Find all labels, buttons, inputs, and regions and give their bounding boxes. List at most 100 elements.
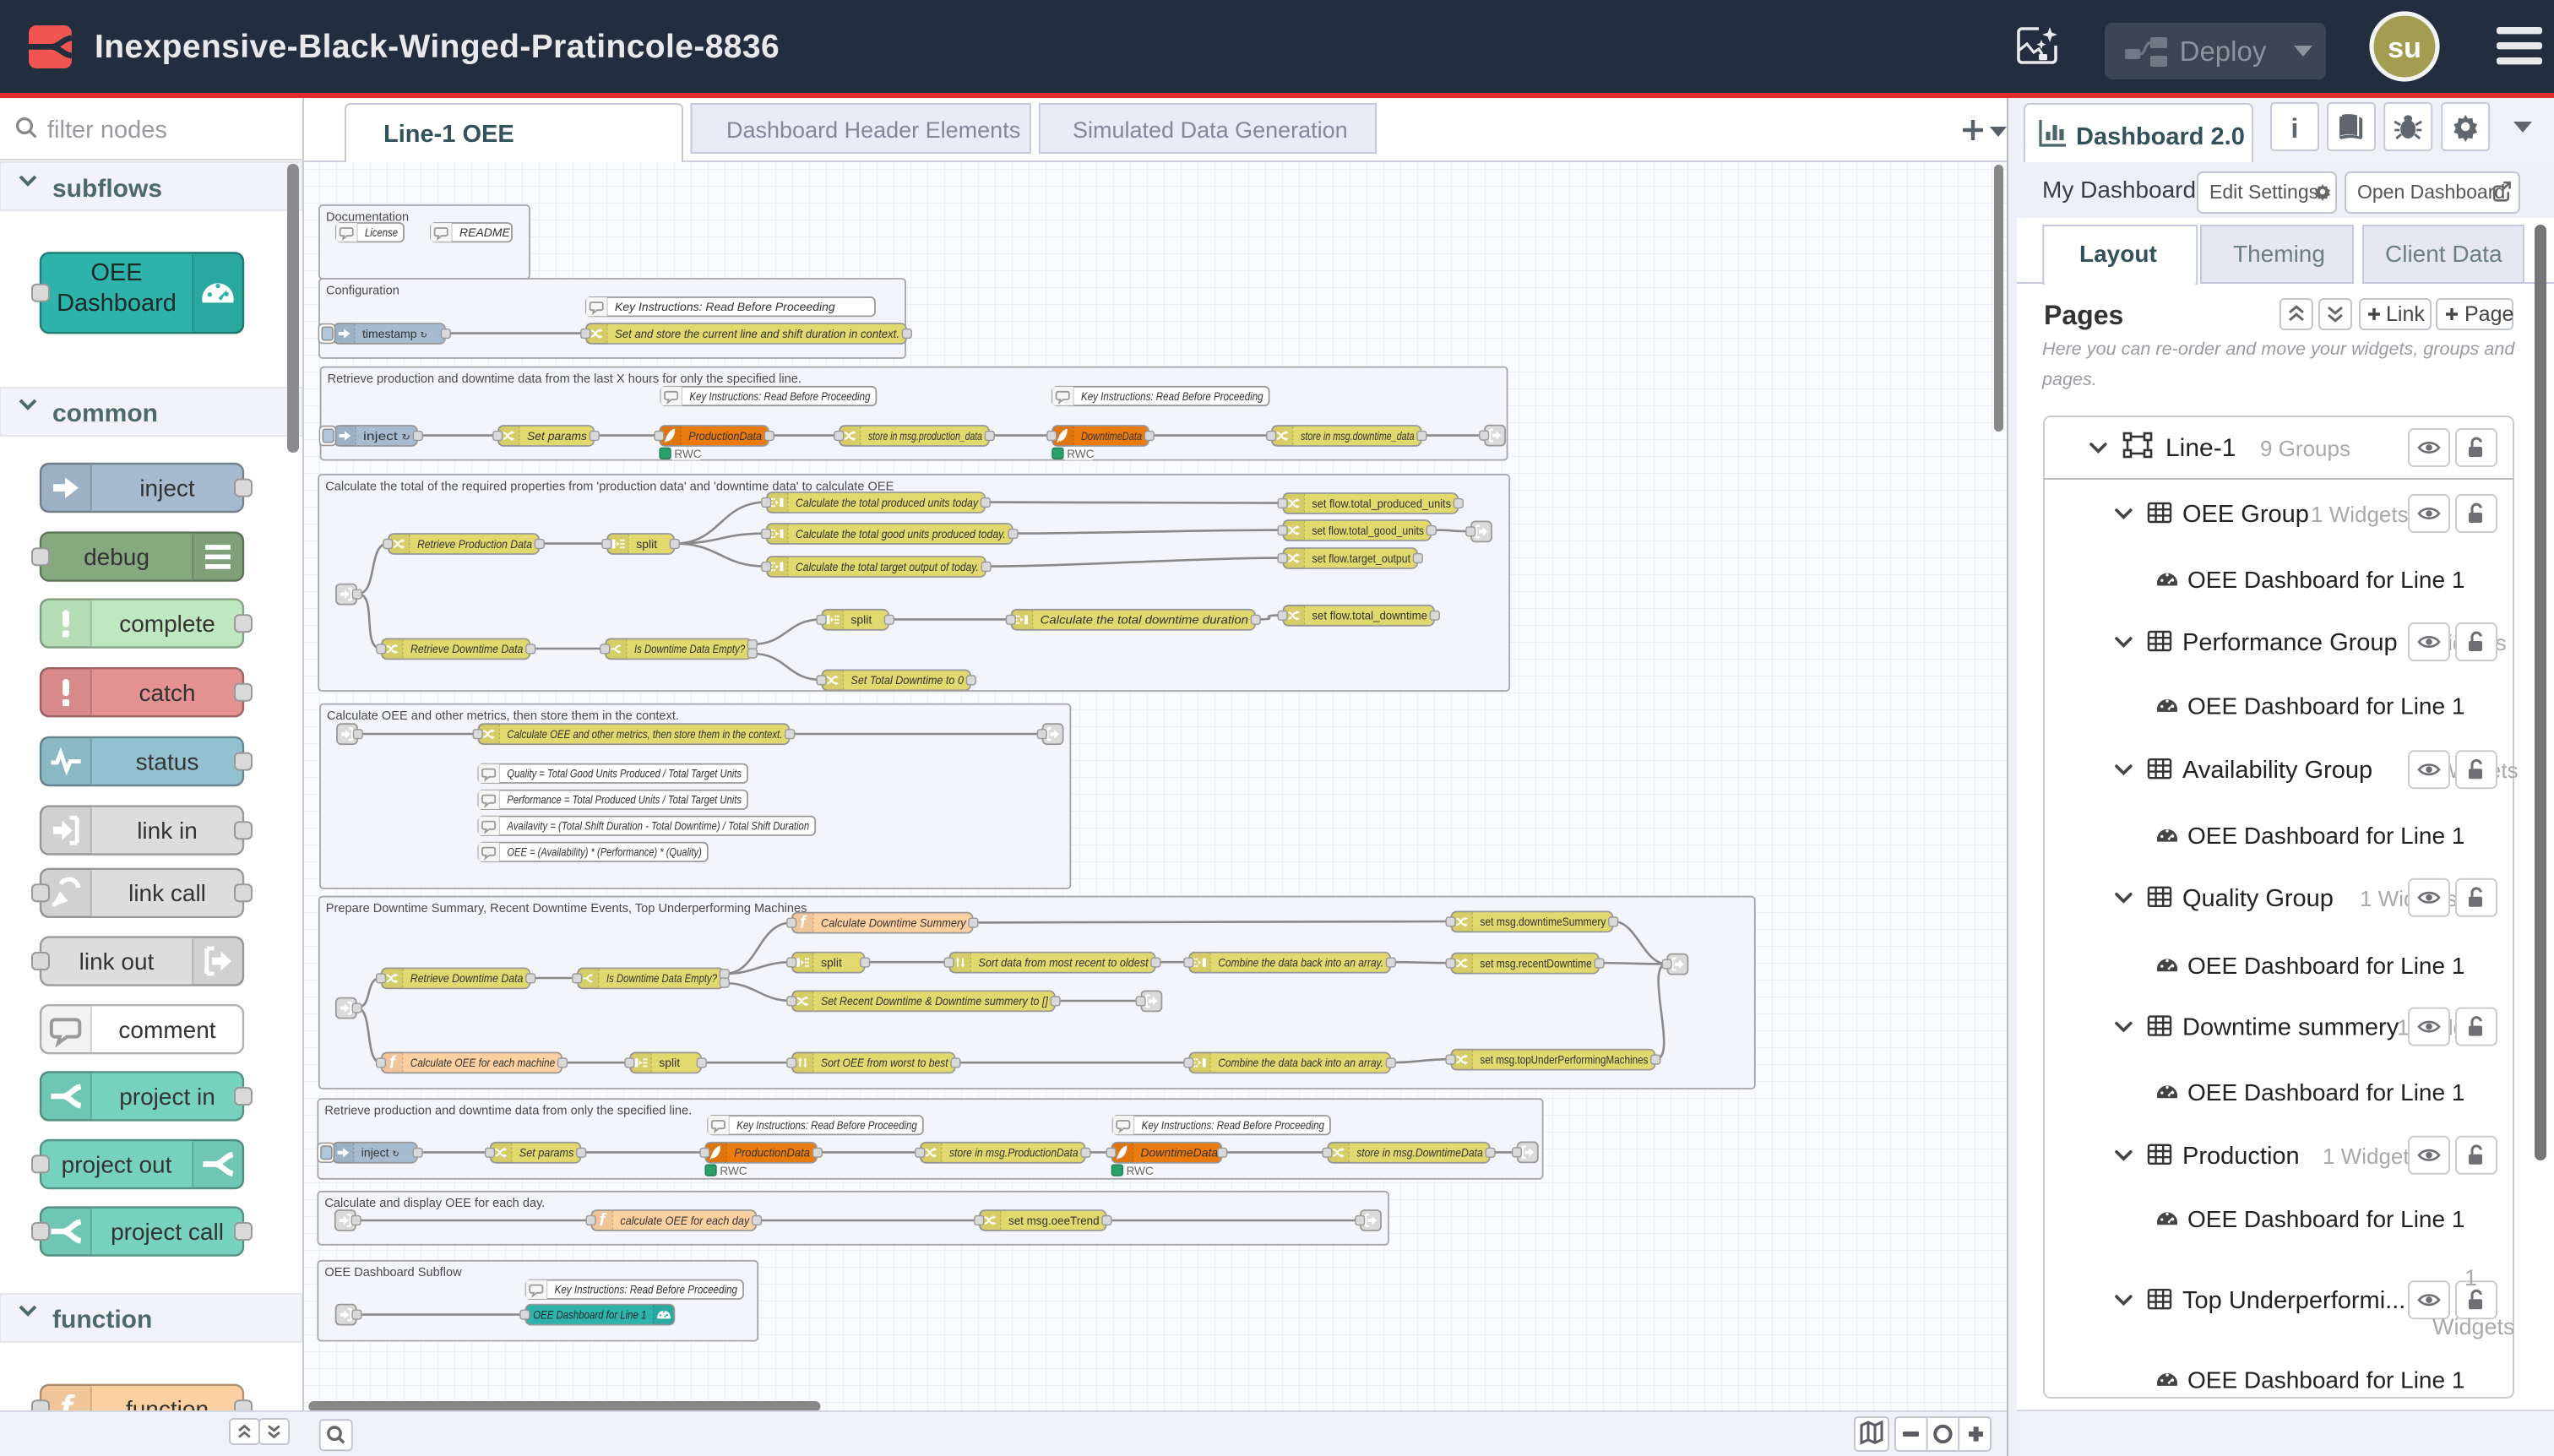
svg-text:License: License bbox=[365, 225, 398, 239]
svg-text:subflows: subflows bbox=[52, 175, 162, 203]
svg-text:complete: complete bbox=[119, 611, 215, 637]
svg-text:timestamp ↻: timestamp ↻ bbox=[362, 327, 427, 340]
svg-text:catch: catch bbox=[139, 680, 196, 706]
svg-text:filter nodes: filter nodes bbox=[47, 117, 167, 144]
svg-text:Simulated Data Generation: Simulated Data Generation bbox=[1073, 117, 1348, 143]
svg-text:function: function bbox=[126, 1396, 209, 1410]
svg-text:Performance = Total Produced U: Performance = Total Produced Units / Tot… bbox=[507, 793, 742, 807]
svg-text:Documentation: Documentation bbox=[326, 210, 409, 224]
svg-text:Set params: Set params bbox=[527, 429, 587, 443]
svg-text:Layout: Layout bbox=[2079, 241, 2157, 267]
svg-text:Is Downtime Data Empty?: Is Downtime Data Empty? bbox=[634, 642, 745, 655]
svg-text:Calculate the total downtime d: Calculate the total downtime duration bbox=[1041, 613, 1249, 627]
svg-text:Calculate Downtime Summery: Calculate Downtime Summery bbox=[821, 915, 966, 929]
svg-text:set msg.downtimeSummery: set msg.downtimeSummery bbox=[1480, 915, 1606, 928]
svg-text:OEE Dashboard for Line 1: OEE Dashboard for Line 1 bbox=[2187, 1206, 2464, 1232]
svg-text:RWC: RWC bbox=[720, 1165, 747, 1177]
svg-text:Production: Production bbox=[2182, 1143, 2300, 1170]
svg-text:OEE Dashboard for Line 1: OEE Dashboard for Line 1 bbox=[2187, 823, 2464, 849]
svg-text:function: function bbox=[52, 1306, 152, 1334]
svg-text:OEE Dashboard for Line 1: OEE Dashboard for Line 1 bbox=[2187, 953, 2464, 979]
svg-text:i: i bbox=[2291, 113, 2299, 144]
svg-text:Client Data: Client Data bbox=[2385, 241, 2502, 267]
svg-text:Calculate the total produced u: Calculate the total produced units today bbox=[796, 496, 979, 509]
svg-text:1 Widgets: 1 Widgets bbox=[2311, 502, 2409, 527]
svg-text:ProductionData: ProductionData bbox=[734, 1146, 810, 1160]
svg-text:My Dashboard: My Dashboard bbox=[2042, 177, 2196, 203]
svg-text:README: README bbox=[459, 225, 511, 239]
svg-text:RWC: RWC bbox=[1127, 1165, 1154, 1177]
svg-text:Calculate OEE and other metric: Calculate OEE and other metrics, then st… bbox=[327, 709, 679, 723]
svg-text:split: split bbox=[659, 1056, 680, 1069]
svg-text:Sort OEE from worst to best: Sort OEE from worst to best bbox=[821, 1056, 949, 1069]
svg-text:Key Instructions: Read Before: Key Instructions: Read Before Proceeding bbox=[736, 1118, 917, 1132]
svg-text:Combine the data back into an: Combine the data back into an array. bbox=[1218, 955, 1383, 969]
svg-text:OEE = (Availability) * (Perfor: OEE = (Availability) * (Performance) * (… bbox=[507, 845, 701, 859]
svg-text:store in msg.production_data: store in msg.production_data bbox=[868, 429, 982, 443]
svg-text:project out: project out bbox=[62, 1151, 172, 1177]
svg-text:inject: inject bbox=[139, 475, 195, 502]
svg-text:Key Instructions: Read Before: Key Instructions: Read Before Proceeding bbox=[1142, 1118, 1325, 1132]
svg-text:Retrieve production and downti: Retrieve production and downtime data fr… bbox=[324, 1105, 692, 1118]
svg-text:Downtime summery: Downtime summery bbox=[2182, 1014, 2399, 1041]
svg-text:1: 1 bbox=[2464, 1265, 2477, 1290]
svg-text:Here you can re-order and move: Here you can re-order and move your widg… bbox=[2042, 338, 2515, 359]
svg-text:set msg.recentDowntime: set msg.recentDowntime bbox=[1480, 956, 1592, 970]
svg-text:Calculate and display OEE for: Calculate and display OEE for each day. bbox=[324, 1197, 545, 1210]
svg-text:Quality = Total Good Units Pro: Quality = Total Good Units Produced / To… bbox=[507, 767, 742, 780]
svg-text:set msg.oeeTrend: set msg.oeeTrend bbox=[1008, 1214, 1100, 1227]
svg-text:Calculate the total of the req: Calculate the total of the required prop… bbox=[325, 480, 894, 493]
svg-text:Calculate OEE for each machine: Calculate OEE for each machine bbox=[410, 1056, 556, 1069]
svg-text:Key Instructions: Read Before: Key Instructions: Read Before Proceeding bbox=[615, 300, 835, 313]
svg-text:link in: link in bbox=[137, 818, 198, 844]
svg-text:OEE Dashboard for Line 1: OEE Dashboard for Line 1 bbox=[2187, 1079, 2464, 1106]
svg-text:Calculate the total target out: Calculate the total target output of tod… bbox=[796, 560, 979, 573]
svg-text:Retrieve production and downti: Retrieve production and downtime data fr… bbox=[328, 372, 802, 386]
svg-text:Widgets: Widgets bbox=[2432, 1314, 2515, 1339]
svg-text:Set Total Downtime to 0: Set Total Downtime to 0 bbox=[850, 673, 964, 687]
svg-text:project in: project in bbox=[119, 1084, 215, 1110]
svg-text:Calculate the total good units: Calculate the total good units produced … bbox=[796, 527, 1006, 541]
svg-text:calculate OEE for each day: calculate OEE for each day bbox=[620, 1214, 750, 1227]
svg-text:split: split bbox=[636, 537, 657, 551]
svg-text:store in msg.downtime_data: store in msg.downtime_data bbox=[1301, 429, 1415, 443]
svg-text:Set Recent Downtime & Downtime: Set Recent Downtime & Downtime summery t… bbox=[821, 994, 1049, 1008]
svg-text:link call: link call bbox=[128, 880, 206, 906]
svg-text:9 Groups: 9 Groups bbox=[2260, 436, 2350, 461]
svg-text:Page: Page bbox=[2464, 302, 2513, 326]
svg-text:Availability Group: Availability Group bbox=[2182, 757, 2372, 784]
svg-text:Line-1: Line-1 bbox=[2165, 434, 2236, 462]
svg-text:OEE Dashboard for Line 1: OEE Dashboard for Line 1 bbox=[2187, 693, 2464, 719]
svg-text:Quality Group: Quality Group bbox=[2182, 885, 2334, 912]
svg-text:Set and store the current line: Set and store the current line and shift… bbox=[615, 327, 899, 340]
svg-text:Link: Link bbox=[2386, 302, 2425, 326]
svg-text:RWC: RWC bbox=[674, 448, 701, 460]
svg-text:Retrieve Downtime Data: Retrieve Downtime Data bbox=[410, 971, 524, 985]
svg-text:su: su bbox=[2388, 32, 2421, 64]
svg-text:Theming: Theming bbox=[2233, 241, 2325, 267]
svg-text:Set params: Set params bbox=[519, 1146, 574, 1160]
svg-text:Edit Settings: Edit Settings bbox=[2209, 181, 2318, 203]
svg-text:set flow.total_downtime: set flow.total_downtime bbox=[1312, 609, 1427, 622]
svg-text:set flow.total_produced_units: set flow.total_produced_units bbox=[1312, 497, 1451, 510]
svg-text:DowntimeData: DowntimeData bbox=[1140, 1146, 1218, 1160]
svg-text:link out: link out bbox=[79, 948, 155, 975]
svg-text:pages.: pages. bbox=[2041, 368, 2097, 389]
svg-text:Top Underperformi...: Top Underperformi... bbox=[2182, 1287, 2405, 1314]
svg-text:Combine the data back into an: Combine the data back into an array. bbox=[1218, 1056, 1383, 1069]
svg-text:ProductionData: ProductionData bbox=[688, 429, 762, 443]
svg-text:Prepare Downtime Summary, Rece: Prepare Downtime Summary, Recent Downtim… bbox=[326, 902, 807, 915]
svg-text:Calculate OEE and other metric: Calculate OEE and other metrics, then st… bbox=[507, 727, 782, 741]
svg-text:DowntimeData: DowntimeData bbox=[1081, 429, 1142, 443]
svg-text:OEE Group: OEE Group bbox=[2182, 501, 2309, 528]
svg-text:RWC: RWC bbox=[1067, 448, 1094, 460]
svg-text:Configuration: Configuration bbox=[326, 284, 399, 297]
svg-text:status: status bbox=[136, 749, 199, 775]
svg-text:OEE Dashboard Subflow: OEE Dashboard Subflow bbox=[324, 1266, 462, 1279]
svg-text:store in msg.DowntimeData: store in msg.DowntimeData bbox=[1356, 1146, 1483, 1160]
svg-text:split: split bbox=[821, 955, 842, 969]
svg-text:set flow.target_output: set flow.target_output bbox=[1312, 551, 1410, 565]
svg-text:set msg.topUnderPerformingMach: set msg.topUnderPerformingMachines bbox=[1480, 1052, 1648, 1066]
svg-text:Deploy: Deploy bbox=[2180, 35, 2267, 67]
svg-text:Availavity = (Total Shift Dura: Availavity = (Total Shift Duration - Tot… bbox=[507, 819, 810, 833]
